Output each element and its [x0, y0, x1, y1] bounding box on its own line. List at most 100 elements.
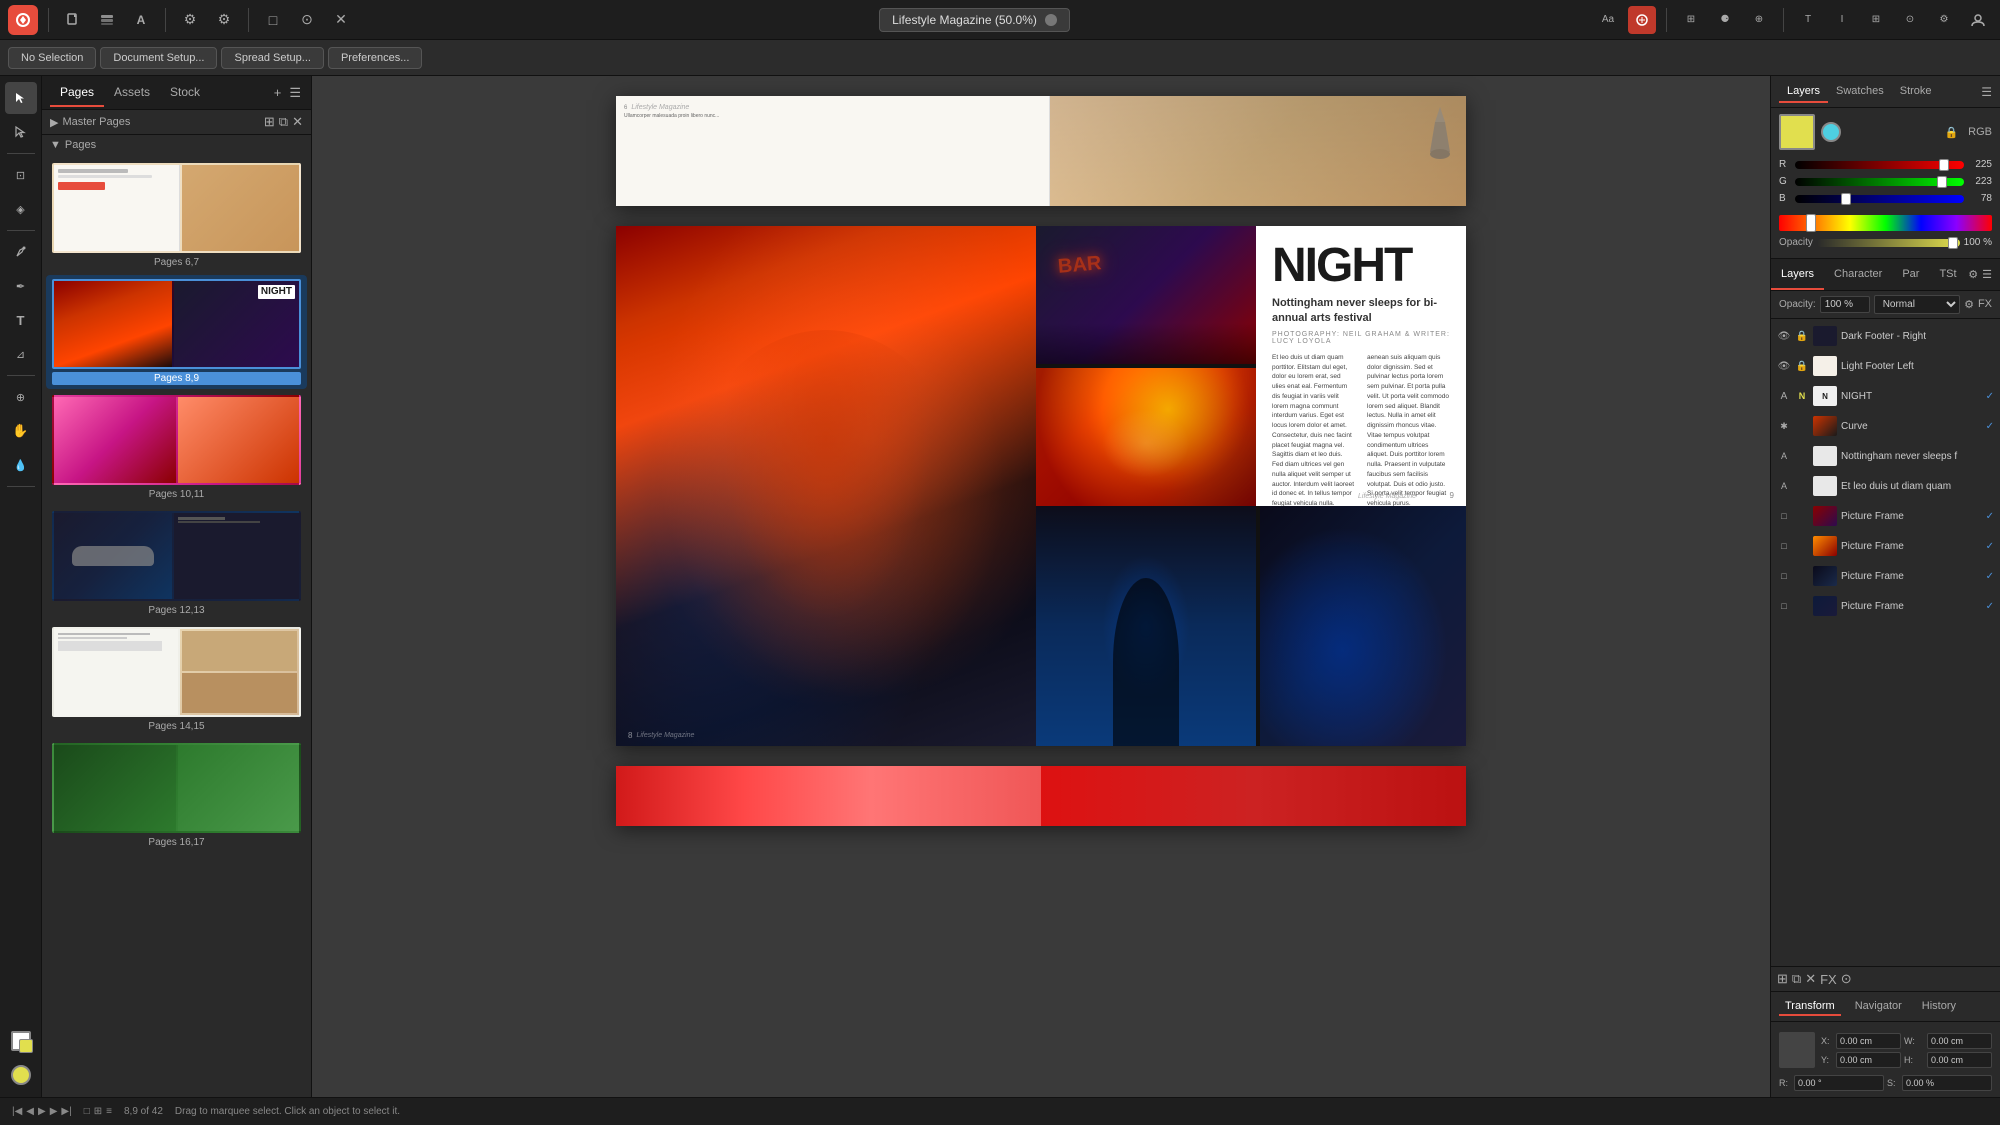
colour-swatch-secondary[interactable]	[1821, 122, 1841, 142]
layer-settings-gear[interactable]: ⚙	[1964, 298, 1974, 311]
icon5[interactable]: I	[1828, 6, 1856, 34]
pages-section[interactable]: ▼ Pages	[42, 135, 311, 155]
layer-item-nottingham[interactable]: A Nottingham never sleeps f	[1771, 441, 2000, 471]
tab-pages[interactable]: Pages	[50, 79, 104, 107]
view-icon-1[interactable]: □	[84, 1106, 90, 1117]
b-thumb[interactable]	[1841, 193, 1851, 205]
layer-vis-6[interactable]: A	[1777, 481, 1791, 491]
icon3[interactable]: ⊕	[1745, 6, 1773, 34]
colour-tab-colour[interactable]: Layers	[1779, 81, 1828, 103]
y-input[interactable]: 0.00 cm	[1836, 1052, 1901, 1068]
layer-vis-9[interactable]: □	[1777, 571, 1791, 581]
opacity-thumb[interactable]	[1948, 237, 1958, 249]
layer-vis-2[interactable]: 👁	[1777, 361, 1791, 372]
layer-vis-1[interactable]: 👁	[1777, 331, 1791, 342]
delete-master-icon[interactable]: ✕	[292, 114, 303, 130]
add-master-icon[interactable]: ⊞	[264, 114, 275, 130]
layers-icon[interactable]	[93, 6, 121, 34]
s-field-input[interactable]: 0.00 %	[1902, 1075, 1992, 1091]
crop-tool[interactable]: ⊡	[5, 159, 37, 191]
layer-item-picture-frame-4[interactable]: □ Picture Frame ✓	[1771, 591, 2000, 621]
g-thumb[interactable]	[1937, 176, 1947, 188]
circle-icon[interactable]: ⊙	[293, 6, 321, 34]
settings-icon[interactable]: ⚙	[176, 6, 204, 34]
layer-vis-3[interactable]: A	[1777, 391, 1791, 402]
pages-thumbnail-1213[interactable]: Pages 12,13	[46, 507, 307, 621]
add-page-icon[interactable]: +	[272, 83, 284, 102]
icon1[interactable]: ⊞	[1677, 6, 1705, 34]
layers-tab-tst[interactable]: TSt	[1929, 259, 1966, 290]
text-icon[interactable]: A	[127, 6, 155, 34]
layer-vis-4[interactable]: ✱	[1777, 421, 1791, 432]
opacity-field[interactable]: 100 %	[1820, 296, 1870, 313]
layers-settings-icon[interactable]: ⚙	[1968, 268, 1978, 281]
pages-thumbnail-1011[interactable]: Pages 10,11	[46, 391, 307, 505]
copy-master-icon[interactable]: ⧉	[279, 114, 288, 130]
transform-tab-history[interactable]: History	[1916, 998, 1962, 1016]
fill-tool[interactable]: ◈	[5, 193, 37, 225]
r-field-input[interactable]: 0.00 °	[1794, 1075, 1884, 1091]
icon8[interactable]: ⚙	[1930, 6, 1958, 34]
pages-thumbnail-89[interactable]: NIGHT Pages 8,9	[46, 275, 307, 389]
no-selection-btn[interactable]: No Selection	[8, 47, 96, 69]
document-setup-btn[interactable]: Document Setup...	[100, 47, 217, 69]
paint-tool[interactable]: ✒	[5, 270, 37, 302]
app-icon[interactable]	[8, 5, 38, 35]
colour-tab-swatches[interactable]: Swatches	[1828, 81, 1892, 103]
g-slider[interactable]	[1795, 178, 1964, 186]
rgb-label[interactable]: RGB	[1968, 126, 1992, 138]
canvas-area[interactable]: 6 Lifestyle Magazine Ullamcorper malesua…	[312, 76, 1770, 1097]
layer-item-picture-frame-2[interactable]: □ Picture Frame ✓	[1771, 531, 2000, 561]
user-icon[interactable]	[1964, 6, 1992, 34]
layer-vis-10[interactable]: □	[1777, 601, 1791, 611]
file-icon[interactable]	[59, 6, 87, 34]
layers-tab-layers[interactable]: Layers	[1771, 259, 1824, 290]
icon2[interactable]: ⚈	[1711, 6, 1739, 34]
transform-tab-transform[interactable]: Transform	[1779, 998, 1841, 1016]
panel-menu-icon[interactable]: ☰	[287, 83, 303, 103]
prev-page-btn[interactable]: ◀	[26, 1106, 34, 1117]
layer-fx-action-icon[interactable]: FX	[1820, 972, 1837, 987]
node-tool[interactable]	[5, 116, 37, 148]
stroke-swatch[interactable]	[5, 1025, 37, 1057]
r-thumb[interactable]	[1939, 159, 1949, 171]
select-tool[interactable]	[5, 82, 37, 114]
view-icon[interactable]: □	[259, 6, 287, 34]
layer-mask-icon[interactable]: ⊙	[1841, 971, 1852, 987]
view-icon-3[interactable]: ≡	[106, 1106, 112, 1117]
layer-fx-icon[interactable]: FX	[1978, 298, 1992, 311]
view-mode-icon[interactable]: Aa	[1594, 6, 1622, 34]
next-page-btn[interactable]: ▶	[50, 1106, 58, 1117]
layer-item-picture-frame-3[interactable]: □ Picture Frame ✓	[1771, 561, 2000, 591]
lock-icon[interactable]: 🔒	[1944, 126, 1958, 139]
x-input[interactable]: 0.00 cm	[1836, 1033, 1901, 1049]
b-slider[interactable]	[1795, 195, 1964, 203]
layer-item-curve[interactable]: ✱ Curve ✓	[1771, 411, 2000, 441]
layer-vis-5[interactable]: A	[1777, 451, 1791, 461]
layer-item-etleo[interactable]: A Et leo duis ut diam quam	[1771, 471, 2000, 501]
spread-setup-btn[interactable]: Spread Setup...	[221, 47, 323, 69]
w-input[interactable]: 0.00 cm	[1927, 1033, 1992, 1049]
colour-tab-stroke[interactable]: Stroke	[1892, 81, 1940, 103]
layer-lock-2[interactable]: 🔒	[1795, 361, 1809, 372]
icon4[interactable]: T	[1794, 6, 1822, 34]
colour-swatch-main[interactable]	[1779, 114, 1815, 150]
eyedropper-tool[interactable]: 💧	[5, 449, 37, 481]
r-slider[interactable]	[1795, 161, 1964, 169]
blend-mode-select[interactable]: Normal	[1874, 295, 1960, 314]
last-page-btn[interactable]: ▶|	[61, 1106, 71, 1117]
layer-item-light-footer-left[interactable]: 👁 🔒 Light Footer Left	[1771, 351, 2000, 381]
active-tool-icon[interactable]	[1628, 6, 1656, 34]
pages-scroll[interactable]: Pages 6,7 NIGHT Pages 8,9	[42, 155, 311, 1097]
layer-vis-7[interactable]: □	[1777, 511, 1791, 521]
view-icon-2[interactable]: ⊞	[94, 1106, 102, 1117]
hand-tool[interactable]: ✋	[5, 415, 37, 447]
layer-item-night[interactable]: A N N NIGHT ✓	[1771, 381, 2000, 411]
first-page-btn[interactable]: |◀	[12, 1106, 22, 1117]
tab-assets[interactable]: Assets	[104, 79, 160, 107]
spread-main[interactable]: 8 Lifestyle Magazine	[616, 226, 1466, 746]
layer-vis-8[interactable]: □	[1777, 541, 1791, 551]
icon7[interactable]: ⊙	[1896, 6, 1924, 34]
close-tab-button[interactable]	[1045, 14, 1057, 26]
play-btn[interactable]: ▶	[38, 1106, 46, 1117]
